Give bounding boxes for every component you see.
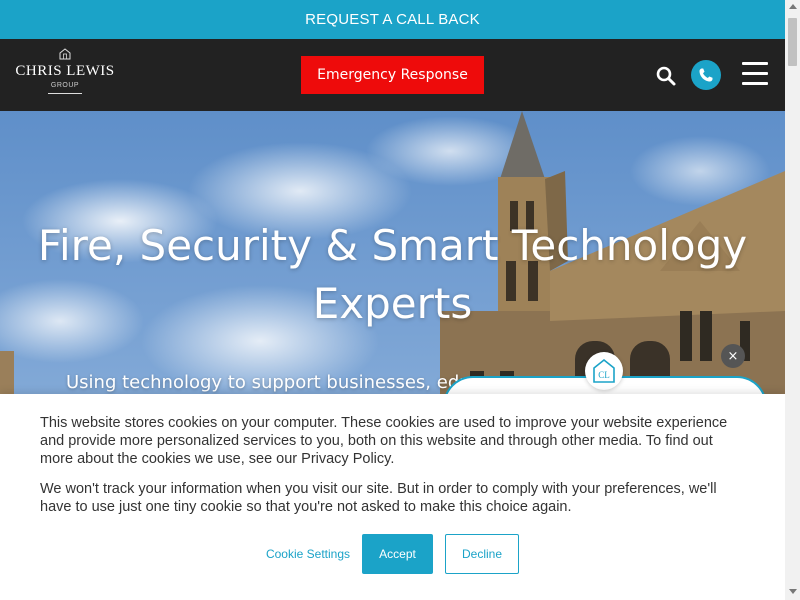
scroll-down-arrow-icon[interactable] (788, 589, 797, 594)
scrollbar[interactable] (785, 0, 800, 600)
request-callback-link[interactable]: REQUEST A CALL BACK (305, 11, 480, 28)
request-callback-bar[interactable]: REQUEST A CALL BACK (0, 0, 785, 39)
site-header: CHRIS LEWIS GROUP Emergency Response (0, 39, 785, 111)
chat-close-button[interactable]: × (721, 344, 745, 368)
decline-button[interactable]: Decline (445, 534, 519, 574)
chat-logo-text: CL (598, 370, 610, 380)
phone-button[interactable] (691, 60, 721, 90)
emergency-response-button[interactable]: Emergency Response (301, 56, 484, 94)
hamburger-menu-icon[interactable] (742, 62, 768, 86)
cookie-paragraph-2: We won't track your information when you… (40, 481, 717, 515)
phone-icon (699, 68, 713, 82)
scroll-up-arrow-icon[interactable] (788, 4, 797, 9)
accept-button[interactable]: Accept (362, 534, 433, 574)
search-icon[interactable] (655, 65, 677, 87)
hero-subtitle: Using technology to support businesses, … (66, 372, 492, 393)
scroll-thumb[interactable] (788, 18, 797, 66)
hero-title: Fire, Security & Smart Technology Expert… (37, 221, 748, 328)
cookie-paragraph-1: This website stores cookies on your comp… (40, 415, 728, 467)
logo-name: CHRIS LEWIS (15, 63, 115, 79)
cookie-settings-button[interactable]: Cookie Settings (258, 534, 358, 574)
logo-subtitle: GROUP (50, 82, 80, 89)
logo-divider (48, 93, 82, 94)
cookie-banner: This website stores cookies on your comp… (0, 394, 785, 600)
chat-widget-logo[interactable]: CL (585, 352, 623, 390)
company-logo[interactable]: CHRIS LEWIS GROUP (14, 47, 116, 103)
house-logo-icon (59, 48, 71, 60)
cl-house-icon: CL (593, 358, 615, 383)
